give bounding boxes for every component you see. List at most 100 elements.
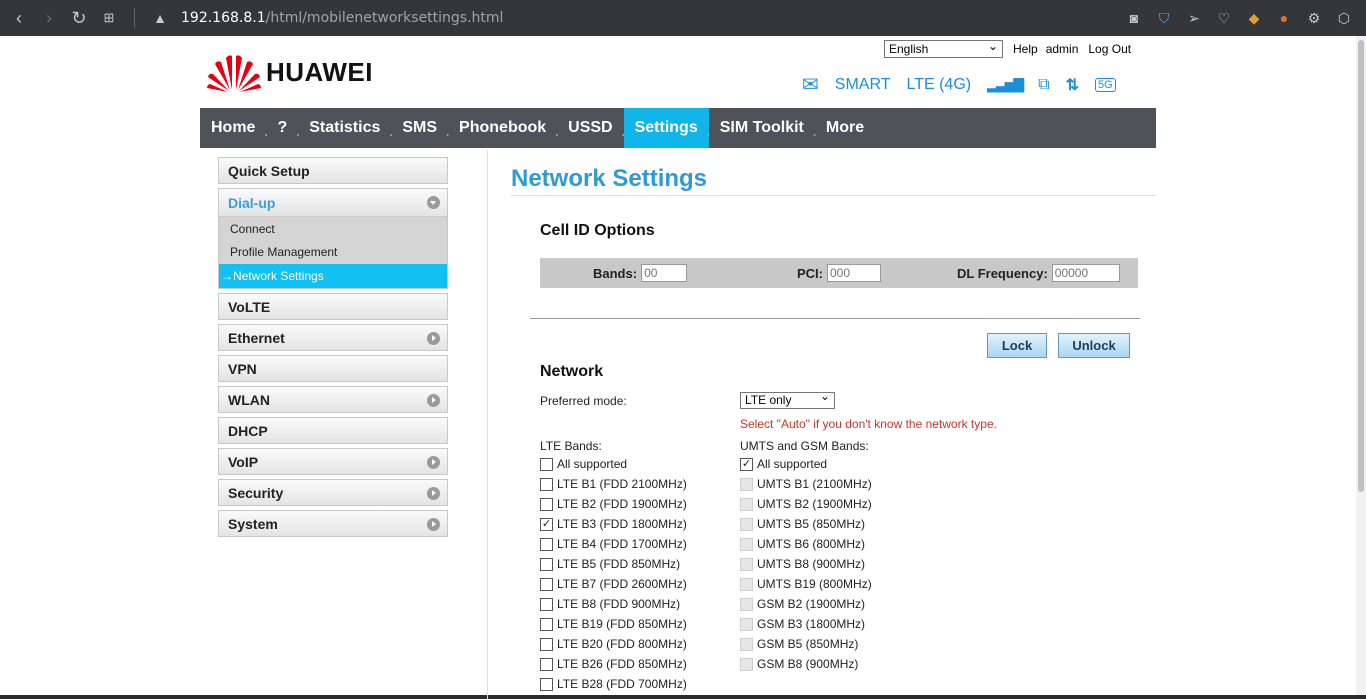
umts-gsm-band-checkbox-label: UMTS B8 (900MHz) [757, 557, 866, 571]
nav-help[interactable]: ? [264, 108, 298, 148]
lte-band-checkbox[interactable] [540, 557, 553, 571]
nav-phonebook[interactable]: Phonebook [446, 108, 557, 148]
reload-icon[interactable]: ↻ [64, 8, 94, 29]
sidebar-subitem-profile-management[interactable]: Profile Management [219, 240, 447, 264]
lte-band-checkbox[interactable] [540, 677, 553, 691]
sidebar-item-security[interactable]: Security [218, 479, 448, 506]
lte-band-checkbox[interactable]: ✓ [540, 517, 553, 531]
nav-home[interactable]: Home [200, 108, 266, 148]
umts-gsm-band-checkbox [740, 517, 753, 531]
sidebar-item-dhcp[interactable]: DHCP [218, 417, 448, 444]
umts-gsm-bands-label: UMTS and GSM Bands: [740, 439, 869, 453]
user-name: admin [1045, 42, 1079, 56]
lte-band-checkbox[interactable] [540, 657, 553, 671]
lte-band-checkbox-label: LTE B5 (FDD 850MHz) [557, 557, 681, 571]
page-scrollbar[interactable] [1356, 36, 1366, 699]
unlock-button[interactable]: Unlock [1058, 333, 1130, 358]
shield-icon[interactable]: ⛉ [1156, 10, 1172, 27]
camera-icon[interactable]: ◙ [1126, 10, 1142, 26]
back-icon[interactable]: ‹ [4, 8, 34, 29]
lte-band-checkbox-row[interactable]: ✓ LTE B3 (FDD 1800MHz) [540, 517, 687, 531]
preferred-mode-select[interactable]: LTE only [740, 389, 835, 409]
lte-band-checkbox[interactable] [540, 477, 553, 491]
send-icon[interactable]: ➢ [1186, 10, 1202, 27]
header-topbar: English Help admin Log Out [884, 38, 1131, 58]
logout-link[interactable]: Log Out [1088, 42, 1131, 56]
lte-band-checkbox[interactable] [540, 617, 553, 631]
umts-gsm-band-checkbox [740, 497, 753, 511]
nav-settings[interactable]: Settings [622, 108, 709, 148]
tabs-grid-icon[interactable]: ⊞ [94, 10, 124, 26]
section-divider [530, 318, 1140, 319]
dl-frequency-input[interactable] [1051, 264, 1120, 282]
lte-band-checkbox-row[interactable]: LTE B7 (FDD 2600MHz) [540, 577, 687, 591]
sidebar-item-volte[interactable]: VoLTE [218, 293, 448, 320]
sidebar-item-system[interactable]: System [218, 510, 448, 537]
sidebar-subitem-network-settings[interactable]: →Network Settings [219, 264, 447, 288]
sidebar-item-vpn[interactable]: VPN [218, 355, 448, 382]
lte-band-checkbox-row[interactable]: LTE B2 (FDD 1900MHz) [540, 497, 687, 511]
pci-input[interactable] [827, 264, 881, 282]
lte-band-checkbox-row[interactable]: LTE B1 (FDD 2100MHz) [540, 477, 687, 491]
umts-gsm-band-checkbox[interactable]: ✓ [740, 457, 753, 471]
lte-band-checkbox-row[interactable]: LTE B26 (FDD 850MHz) [540, 657, 687, 671]
lte-band-checkbox-label: LTE B26 (FDD 850MHz) [557, 657, 687, 671]
lte-band-checkbox[interactable] [540, 457, 553, 471]
extension-wallet-icon[interactable]: ◆ [1246, 10, 1262, 27]
umts-gsm-band-checkbox-row: UMTS B8 (900MHz) [740, 557, 865, 571]
bands-label: Bands: [593, 265, 638, 281]
cube-icon[interactable]: ⬡ [1336, 10, 1352, 27]
browser-extensions: ◙ ⛉ ➢ ♡ ◆ ● ⚙ ⬡ [1126, 0, 1352, 36]
lte-band-checkbox-row[interactable]: LTE B19 (FDD 850MHz) [540, 617, 687, 631]
chevron-right-icon [427, 332, 440, 345]
lte-band-checkbox-row[interactable]: LTE B20 (FDD 800MHz) [540, 637, 687, 651]
brand-name: HUAWEI [266, 56, 373, 87]
umts-gsm-band-checkbox [740, 637, 753, 651]
settings-gear-icon[interactable]: ⚙ [1306, 10, 1322, 27]
chevron-right-icon [427, 487, 440, 500]
lte-band-checkbox-row[interactable]: LTE B5 (FDD 850MHz) [540, 557, 680, 571]
umts-gsm-band-checkbox [740, 597, 753, 611]
sidebar-item-quick-setup[interactable]: Quick Setup [218, 157, 448, 184]
chevron-right-icon [427, 394, 440, 407]
pci-label: PCI: [797, 265, 823, 281]
lte-band-checkbox-row[interactable]: All supported [540, 457, 627, 471]
lte-band-checkbox-row[interactable]: LTE B4 (FDD 1700MHz) [540, 537, 687, 551]
heart-icon[interactable]: ♡ [1216, 10, 1232, 27]
language-select[interactable]: English [884, 38, 1003, 58]
umts-gsm-band-checkbox-row: UMTS B1 (2100MHz) [740, 477, 872, 491]
forward-icon[interactable]: › [34, 8, 64, 29]
lte-band-checkbox[interactable] [540, 597, 553, 611]
umts-gsm-band-checkbox-label: GSM B2 (1900MHz) [757, 597, 866, 611]
mail-icon[interactable]: ✉ [802, 72, 819, 97]
lock-button[interactable]: Lock [987, 333, 1047, 358]
nav-ussd[interactable]: USSD [555, 108, 623, 148]
help-link[interactable]: Help [1013, 42, 1038, 56]
lte-band-checkbox-row[interactable]: LTE B28 (FDD 700MHz) [540, 677, 687, 691]
nav-sms[interactable]: SMS [389, 108, 448, 148]
sidebar-item-ethernet[interactable]: Ethernet [218, 324, 448, 351]
sidebar-subitem-connect[interactable]: Connect [219, 216, 447, 240]
lte-band-checkbox[interactable] [540, 537, 553, 551]
sidebar-item-voip[interactable]: VoIP [218, 448, 448, 475]
nav-statistics[interactable]: Statistics [296, 108, 391, 148]
lte-band-checkbox[interactable] [540, 577, 553, 591]
lte-band-checkbox[interactable] [540, 637, 553, 651]
sidebar-item-dialup[interactable]: Dial-up [219, 189, 447, 216]
umts-gsm-band-checkbox-row[interactable]: ✓ All supported [740, 457, 827, 471]
extension-cookie-icon[interactable]: ● [1276, 10, 1292, 26]
operator-name: SMART [834, 75, 891, 93]
warning-icon[interactable]: ▲ [145, 10, 175, 26]
address-bar[interactable]: 192.168.8.1/html/mobilenetworksettings.h… [181, 10, 503, 26]
umts-gsm-band-checkbox [740, 537, 753, 551]
nav-sim-toolkit[interactable]: SIM Toolkit [707, 108, 815, 148]
scrollbar-thumb[interactable] [1358, 40, 1364, 492]
lte-band-checkbox[interactable] [540, 497, 553, 511]
url-path: /html/mobilenetworksettings.html [265, 10, 504, 26]
sidebar-item-wlan[interactable]: WLAN [218, 386, 448, 413]
lte-band-checkbox-row[interactable]: LTE B8 (FDD 900MHz) [540, 597, 680, 611]
browser-toolbar: ‹ › ↻ ⊞ ▲ 192.168.8.1/html/mobilenetwork… [0, 0, 1366, 36]
title-underline [510, 195, 1156, 196]
nav-more[interactable]: More [813, 108, 875, 148]
bands-input[interactable] [641, 264, 688, 282]
